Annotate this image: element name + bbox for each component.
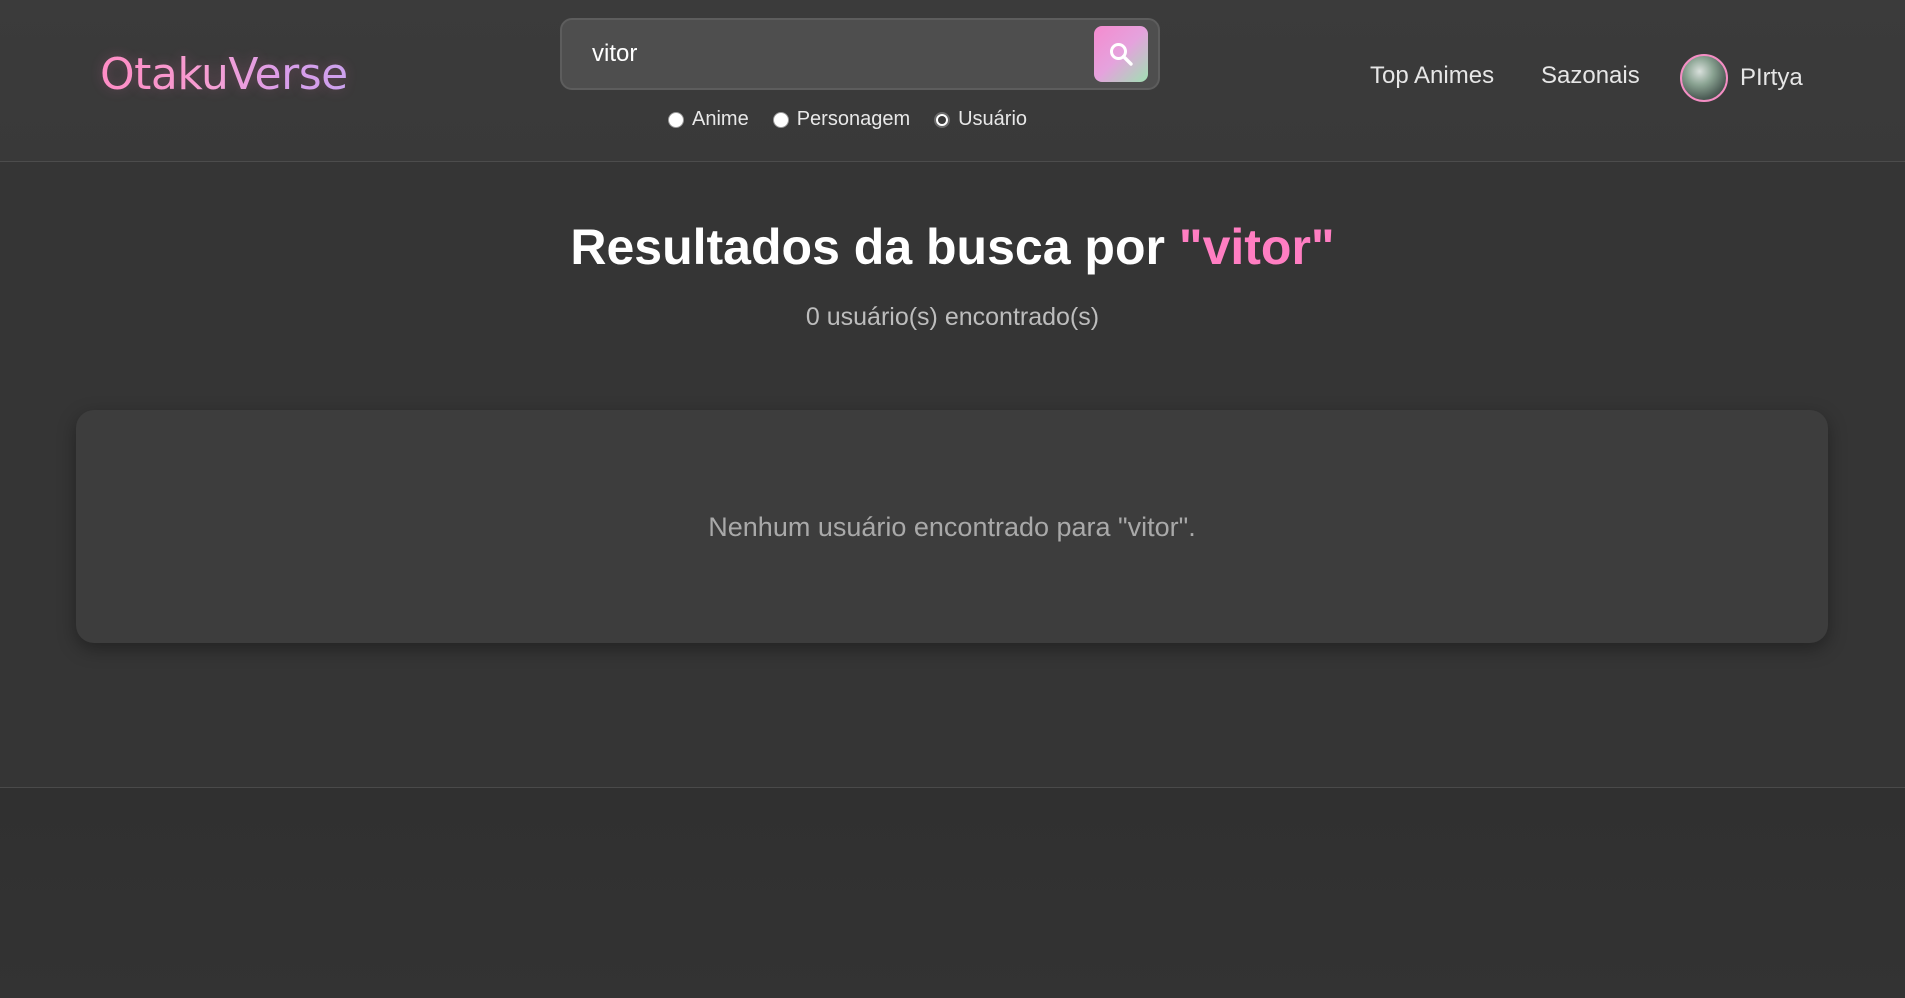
radio-anime[interactable]: Anime (668, 108, 749, 131)
search-bar (560, 18, 1160, 90)
search-input[interactable] (590, 32, 1070, 76)
radio-anime-label: Anime (692, 108, 749, 130)
radio-personagem-label: Personagem (796, 108, 911, 130)
results-card: Nenhum usuário encontrado para "vitor". (76, 410, 1828, 643)
page-title-query: "vitor" (1178, 219, 1335, 275)
radio-personagem-control[interactable] (772, 111, 789, 128)
site-logo[interactable]: OtakuVerse (100, 47, 348, 103)
empty-results-message: Nenhum usuário encontrado para "vitor". (708, 512, 1196, 542)
search-type-options: Anime Personagem Usuário (668, 108, 1027, 131)
site-footer (0, 788, 1905, 998)
radio-usuario-label: Usuário (958, 108, 1028, 130)
site-header: OtakuVerse Anime Personagem Usuário Top … (0, 0, 1905, 162)
nav-sazonais[interactable]: Sazonais (1541, 62, 1640, 90)
page-title: Resultados da busca por "vitor" (0, 218, 1905, 276)
nav-top-animes[interactable]: Top Animes (1370, 62, 1494, 90)
radio-usuario[interactable]: Usuário (934, 108, 1027, 131)
result-count: 0 usuário(s) encontrado(s) (805, 303, 1100, 331)
page-title-prefix: Resultados da busca por (570, 219, 1179, 275)
radio-usuario-control[interactable] (934, 111, 951, 128)
search-icon (1110, 43, 1133, 66)
user-avatar[interactable] (1680, 54, 1728, 102)
user-name[interactable]: PIrtya (1740, 64, 1803, 92)
search-button[interactable] (1094, 26, 1148, 82)
radio-anime-control[interactable] (668, 111, 684, 128)
radio-personagem[interactable]: Personagem (772, 108, 911, 131)
